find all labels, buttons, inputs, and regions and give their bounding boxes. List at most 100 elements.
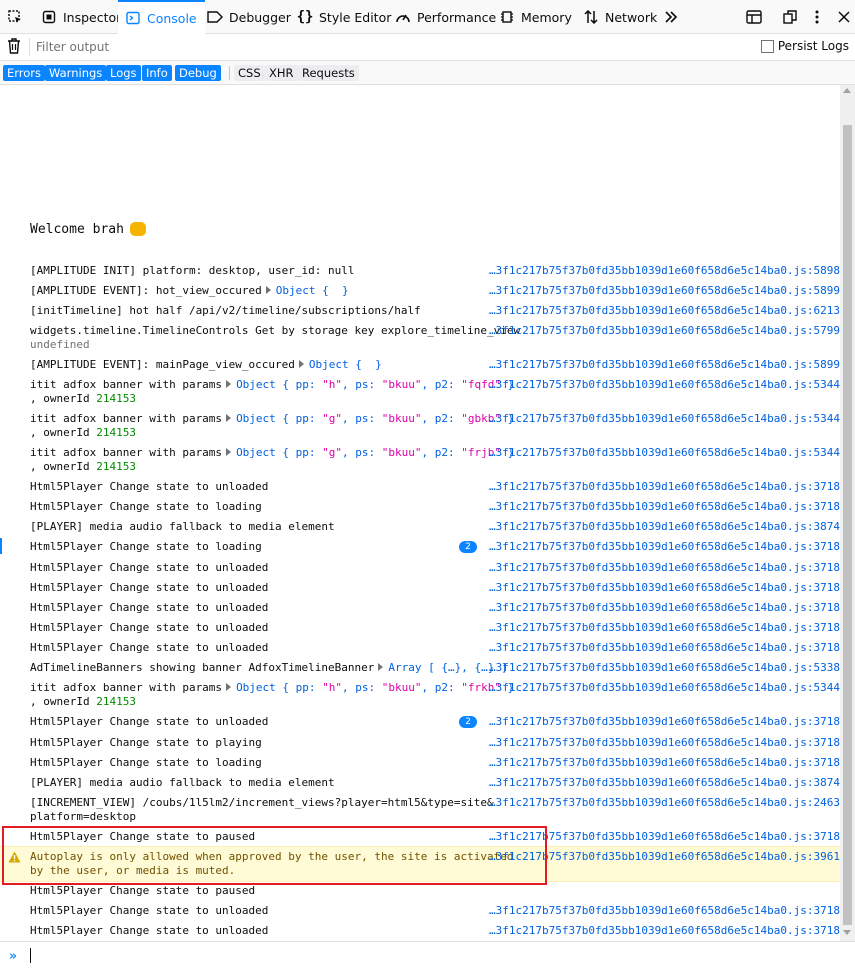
source-link[interactable]: …3f1c217b75f37b0fd35bb1039d1e60f658d6e5c… xyxy=(489,378,840,392)
filter-bar: Persist Logs xyxy=(0,34,855,61)
log-text-continued: , ownerId 214153 xyxy=(30,460,136,473)
log-text-continued: , ownerId 214153 xyxy=(30,392,136,405)
source-link[interactable]: …3f1c217b75f37b0fd35bb1039d1e60f658d6e5c… xyxy=(489,304,840,318)
source-link[interactable]: …3f1c217b75f37b0fd35bb1039d1e60f658d6e5c… xyxy=(489,736,840,750)
object-preview[interactable]: Object { } xyxy=(309,358,382,371)
tab-debugger[interactable]: Debugger xyxy=(204,0,297,34)
source-link[interactable]: …3f1c217b75f37b0fd35bb1039d1e60f658d6e5c… xyxy=(489,924,840,938)
log-text: AdTimelineBanners showing banner AdfoxTi… xyxy=(30,661,375,674)
filter-warnings-button[interactable]: Warnings xyxy=(45,65,107,81)
log-text: widgets.timeline.TimelineControls Get by… xyxy=(30,324,521,337)
source-link[interactable]: …3f1c217b75f37b0fd35bb1039d1e60f658d6e5c… xyxy=(489,480,840,494)
more-tabs-icon[interactable] xyxy=(658,0,684,34)
expand-triangle-icon[interactable] xyxy=(298,360,304,368)
element-picker-icon[interactable] xyxy=(2,0,28,34)
filter-debug-button[interactable]: Debug xyxy=(175,65,221,81)
source-link[interactable]: …3f1c217b75f37b0fd35bb1039d1e60f658d6e5c… xyxy=(489,324,840,338)
tab-memory[interactable]: Memory xyxy=(496,0,578,34)
object-preview[interactable]: Object { pp: "g", ps: "bkuu", p2: "gbkb"… xyxy=(236,412,514,425)
repeat-count-badge: 2 xyxy=(459,716,477,728)
source-link[interactable]: …3f1c217b75f37b0fd35bb1039d1e60f658d6e5c… xyxy=(489,284,840,298)
fist-emoji-icon xyxy=(129,221,146,236)
repeat-count-badge: 2 xyxy=(459,541,477,553)
expand-triangle-icon[interactable] xyxy=(378,663,384,671)
expand-triangle-icon[interactable] xyxy=(226,414,232,422)
source-link[interactable]: …3f1c217b75f37b0fd35bb1039d1e60f658d6e5c… xyxy=(489,641,840,655)
object-preview[interactable]: Object { pp: "g", ps: "bkuu", p2: "frjb"… xyxy=(236,446,514,459)
dock-toggle-icon[interactable] xyxy=(777,0,803,34)
source-link[interactable]: …3f1c217b75f37b0fd35bb1039d1e60f658d6e5c… xyxy=(489,520,840,534)
persist-logs-label: Persist Logs xyxy=(777,39,849,53)
log-text: Html5Player Change state to loading xyxy=(30,540,262,553)
source-link[interactable]: …3f1c217b75f37b0fd35bb1039d1e60f658d6e5c… xyxy=(489,796,840,810)
tab-network[interactable]: Network xyxy=(580,0,663,34)
log-text: [AMPLITUDE INIT] platform: desktop, user… xyxy=(30,264,355,277)
filter-input[interactable] xyxy=(32,37,640,57)
welcome-message: Welcome brah xyxy=(30,221,146,237)
memory-icon xyxy=(498,8,516,26)
scroll-down-arrow[interactable] xyxy=(843,930,851,935)
log-text-continued: , ownerId 214153 xyxy=(30,695,136,708)
source-link[interactable]: …3f1c217b75f37b0fd35bb1039d1e60f658d6e5c… xyxy=(489,715,840,729)
output-scrollbar[interactable] xyxy=(840,85,855,941)
tab-label: Style Editor xyxy=(319,9,392,25)
tab-performance[interactable]: Performance xyxy=(392,0,502,34)
source-link[interactable]: …3f1c217b75f37b0fd35bb1039d1e60f658d6e5c… xyxy=(489,412,840,426)
source-link[interactable]: …3f1c217b75f37b0fd35bb1039d1e60f658d6e5c… xyxy=(489,500,840,514)
close-icon[interactable] xyxy=(831,0,855,34)
filter-logs-button[interactable]: Logs xyxy=(106,65,141,81)
source-link[interactable]: …3f1c217b75f37b0fd35bb1039d1e60f658d6e5c… xyxy=(489,264,840,278)
filter-xhr-button[interactable]: XHR xyxy=(265,65,298,81)
filter-errors-button[interactable]: Errors xyxy=(3,65,46,81)
filter-css-button[interactable]: CSS xyxy=(234,65,265,81)
log-text: [AMPLITUDE EVENT]: mainPage_view_occured xyxy=(30,358,295,371)
tab-console[interactable]: Console xyxy=(118,0,205,34)
source-link[interactable]: …3f1c217b75f37b0fd35bb1039d1e60f658d6e5c… xyxy=(489,681,840,695)
log-text: Html5Player Change state to unloaded xyxy=(30,715,269,728)
log-text: [initTimeline] hot half /api/v2/timeline… xyxy=(30,304,421,317)
log-text-continued: , ownerId 214153 xyxy=(30,426,136,439)
expand-triangle-icon[interactable] xyxy=(265,286,271,294)
overflow-menu-icon[interactable] xyxy=(804,0,830,34)
scroll-up-arrow[interactable] xyxy=(843,88,851,93)
source-link[interactable]: …3f1c217b75f37b0fd35bb1039d1e60f658d6e5c… xyxy=(489,581,840,595)
source-link[interactable]: …3f1c217b75f37b0fd35bb1039d1e60f658d6e5c… xyxy=(489,904,840,918)
source-link[interactable]: …3f1c217b75f37b0fd35bb1039d1e60f658d6e5c… xyxy=(489,756,840,770)
devtools-toolbar: Inspector Console Debugger {} Style Edit… xyxy=(0,0,855,34)
source-link[interactable]: …3f1c217b75f37b0fd35bb1039d1e60f658d6e5c… xyxy=(489,776,840,790)
source-link[interactable]: …3f1c217b75f37b0fd35bb1039d1e60f658d6e5c… xyxy=(489,621,840,635)
log-text: Html5Player Change state to playing xyxy=(30,736,262,749)
expand-triangle-icon[interactable] xyxy=(226,380,232,388)
tab-inspector[interactable]: Inspector xyxy=(38,0,127,34)
expand-triangle-icon[interactable] xyxy=(226,683,232,691)
tab-label: Debugger xyxy=(229,9,291,25)
tab-style-editor[interactable]: {} Style Editor xyxy=(294,0,397,34)
console-input[interactable]: » xyxy=(0,941,855,969)
object-preview[interactable]: Object { pp: "h", ps: "bkuu", p2: "frkh"… xyxy=(236,681,514,694)
expand-triangle-icon[interactable] xyxy=(226,448,232,456)
source-link[interactable]: …3f1c217b75f37b0fd35bb1039d1e60f658d6e5c… xyxy=(489,358,840,372)
log-text: Html5Player Change state to paused xyxy=(30,884,256,897)
log-text: [PLAYER] media audio fallback to media e… xyxy=(30,776,335,789)
source-link[interactable]: …3f1c217b75f37b0fd35bb1039d1e60f658d6e5c… xyxy=(489,561,840,575)
log-level-bar: Errors Warnings Logs Info Debug CSS XHR … xyxy=(0,61,855,85)
source-link[interactable]: …3f1c217b75f37b0fd35bb1039d1e60f658d6e5c… xyxy=(489,601,840,615)
persist-logs-checkbox[interactable]: Persist Logs xyxy=(760,39,849,53)
object-preview[interactable]: Object { } xyxy=(276,284,349,297)
scrollbar-thumb[interactable] xyxy=(843,125,852,925)
log-text: Html5Player Change state to unloaded xyxy=(30,621,269,634)
trash-icon[interactable] xyxy=(7,38,21,57)
split-console-icon[interactable] xyxy=(741,0,767,34)
tab-label: Inspector xyxy=(63,9,122,25)
log-text: Html5Player Change state to loading xyxy=(30,500,262,513)
log-text: Html5Player Change state to unloaded xyxy=(30,641,269,654)
source-link[interactable]: …3f1c217b75f37b0fd35bb1039d1e60f658d6e5c… xyxy=(489,540,840,554)
checkbox-box[interactable] xyxy=(760,39,774,53)
filter-info-button[interactable]: Info xyxy=(142,65,172,81)
object-preview[interactable]: Object { pp: "h", ps: "bkuu", p2: "fqfd"… xyxy=(236,378,514,391)
source-link[interactable]: …3f1c217b75f37b0fd35bb1039d1e60f658d6e5c… xyxy=(489,661,840,675)
log-text: Html5Player Change state to loading xyxy=(30,756,262,769)
filter-requests-button[interactable]: Requests xyxy=(298,65,359,81)
tab-label: Memory xyxy=(521,9,572,25)
source-link[interactable]: …3f1c217b75f37b0fd35bb1039d1e60f658d6e5c… xyxy=(489,446,840,460)
